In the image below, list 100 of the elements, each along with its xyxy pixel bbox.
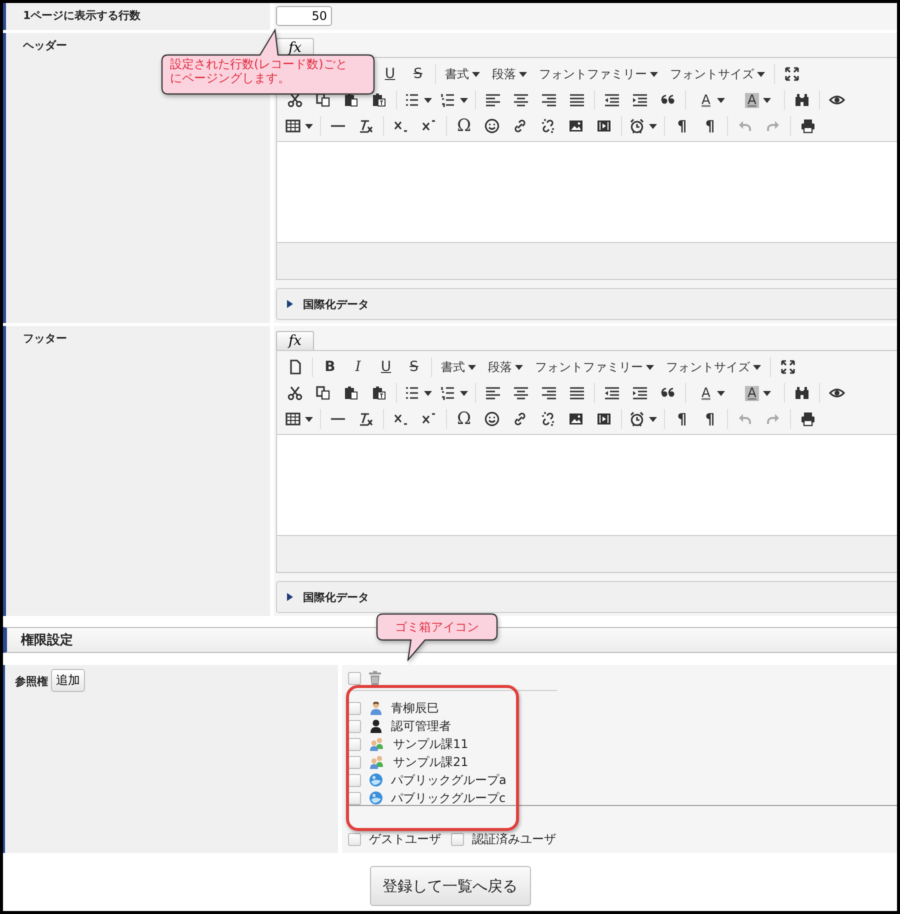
underline-button[interactable]: U xyxy=(372,356,400,378)
background-color-button[interactable]: A xyxy=(735,382,781,404)
entry-checkbox[interactable] xyxy=(348,792,361,804)
option-checkbox[interactable] xyxy=(348,833,361,846)
align-left-icon[interactable] xyxy=(485,92,501,108)
print-icon[interactable] xyxy=(800,118,816,134)
align-left-icon[interactable] xyxy=(485,385,501,401)
link-icon[interactable] xyxy=(512,411,528,427)
document-icon[interactable] xyxy=(287,359,303,375)
callout-text: 設定された行数(レコード数)ごとにページングします。 xyxy=(170,57,348,85)
select-all-checkbox[interactable] xyxy=(348,672,361,684)
align-center-icon[interactable] xyxy=(513,385,529,401)
toolbar-menu[interactable]: フォントファミリー xyxy=(533,63,664,85)
table-icon xyxy=(285,118,301,134)
cut-icon[interactable] xyxy=(287,385,303,401)
strikethrough-button[interactable]: S xyxy=(404,63,432,85)
toolbar-menu[interactable]: 段落 xyxy=(486,63,533,85)
copy-icon[interactable] xyxy=(315,92,331,108)
maximize-icon[interactable] xyxy=(784,66,800,82)
caret-icon xyxy=(753,364,761,370)
align-justify-icon[interactable] xyxy=(569,92,585,108)
toolbar-menu[interactable]: フォントサイズ xyxy=(664,63,771,85)
formula-button[interactable]: fx xyxy=(276,331,314,350)
paste-icon[interactable] xyxy=(343,92,359,108)
media-icon[interactable] xyxy=(596,411,612,427)
indent-icon[interactable] xyxy=(632,92,648,108)
i18n-bar[interactable]: 国際化データ xyxy=(276,581,897,613)
text-direction-ltr-button[interactable]: ¶ xyxy=(668,408,696,430)
row-label: フッター xyxy=(3,326,270,616)
caret-icon xyxy=(717,390,726,396)
image-icon[interactable] xyxy=(568,118,584,134)
binoculars-icon[interactable] xyxy=(794,92,810,108)
submit-button[interactable]: 登録して一覧へ戻る xyxy=(370,866,530,906)
text-color-button[interactable]: A xyxy=(689,382,735,404)
background-color-button[interactable]: A xyxy=(735,89,781,111)
clear-format-icon[interactable] xyxy=(358,411,374,427)
text-color-button[interactable]: A xyxy=(689,89,735,111)
table-icon xyxy=(285,411,301,427)
indent-icon[interactable] xyxy=(632,385,648,401)
group-icon xyxy=(369,755,385,769)
caret-icon xyxy=(519,72,527,76)
link-icon[interactable] xyxy=(512,118,528,134)
align-justify-icon[interactable] xyxy=(569,385,585,401)
toolbar-menu[interactable]: 書式 xyxy=(439,63,486,85)
align-center-icon[interactable] xyxy=(513,92,529,108)
paste-text-icon[interactable] xyxy=(371,385,387,401)
trash-icon[interactable] xyxy=(369,671,381,685)
cut-icon[interactable] xyxy=(287,92,303,108)
caret-icon xyxy=(305,416,313,422)
toolbar-menu[interactable]: 書式 xyxy=(435,356,482,378)
image-icon[interactable] xyxy=(568,411,584,427)
print-icon[interactable] xyxy=(800,411,816,427)
entry-name: サンプル課11 xyxy=(393,736,468,752)
caret-icon xyxy=(650,72,658,76)
entry-checkbox[interactable] xyxy=(348,774,361,786)
caret-icon xyxy=(646,364,654,370)
caret-icon xyxy=(460,390,468,396)
strikethrough-button[interactable]: S xyxy=(400,356,428,378)
toolbar-menu[interactable]: フォントサイズ xyxy=(660,356,767,378)
unlink-icon[interactable] xyxy=(540,411,556,427)
option-checkbox[interactable] xyxy=(451,833,464,846)
entry-name: 青柳辰巳 xyxy=(391,700,439,716)
italic-button[interactable]: I xyxy=(344,356,372,378)
paste-text-icon[interactable] xyxy=(371,92,387,108)
globe-icon xyxy=(369,791,383,805)
outdent-icon[interactable] xyxy=(604,385,620,401)
align-right-icon[interactable] xyxy=(541,385,557,401)
underline-button[interactable]: U xyxy=(376,63,404,85)
add-button[interactable]: 追加 xyxy=(51,669,85,692)
entry-checkbox[interactable] xyxy=(348,720,361,732)
entry-checkbox[interactable] xyxy=(348,738,361,750)
smiley-icon[interactable] xyxy=(484,118,500,134)
i18n-bar[interactable]: 国際化データ xyxy=(276,288,897,320)
expand-caret-icon[interactable] xyxy=(287,593,293,601)
toolbar-menu[interactable]: フォントファミリー xyxy=(529,356,660,378)
toolbar-menu[interactable]: 段落 xyxy=(482,356,529,378)
caret-icon xyxy=(424,390,432,396)
smiley-icon[interactable] xyxy=(484,411,500,427)
special-character-button[interactable]: Ω xyxy=(450,115,478,137)
outdent-icon[interactable] xyxy=(604,92,620,108)
entry-checkbox[interactable] xyxy=(348,756,361,768)
special-character-button[interactable]: Ω xyxy=(450,408,478,430)
clear-format-icon[interactable] xyxy=(358,118,374,134)
align-right-icon[interactable] xyxy=(541,92,557,108)
unlink-icon[interactable] xyxy=(540,118,556,134)
paste-icon[interactable] xyxy=(343,385,359,401)
text-direction-rtl-button[interactable]: ¶ xyxy=(696,408,724,430)
maximize-icon[interactable] xyxy=(780,359,796,375)
binoculars-icon[interactable] xyxy=(794,385,810,401)
rows-per-page-field[interactable]: 50 xyxy=(276,6,332,26)
i18n-label: 国際化データ xyxy=(303,296,369,312)
bold-button[interactable]: B xyxy=(316,356,344,378)
copy-icon[interactable] xyxy=(315,385,331,401)
text-direction-rtl-button[interactable]: ¶ xyxy=(696,115,724,137)
entry-checkbox[interactable] xyxy=(348,702,361,714)
bullet-list-icon xyxy=(404,385,420,401)
text-direction-ltr-button[interactable]: ¶ xyxy=(668,115,696,137)
expand-caret-icon[interactable] xyxy=(287,300,293,308)
media-icon[interactable] xyxy=(596,118,612,134)
globe-icon xyxy=(369,773,383,787)
